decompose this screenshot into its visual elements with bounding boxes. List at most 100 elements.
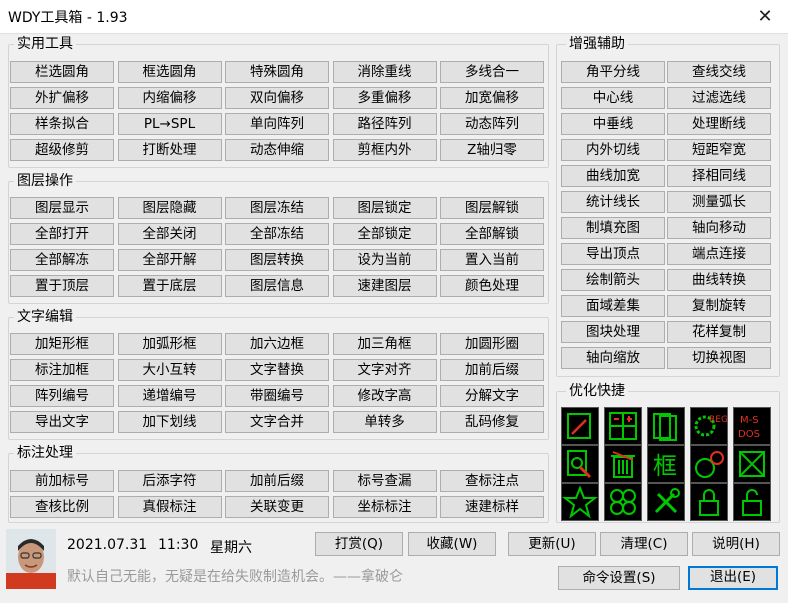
practical-button-4[interactable]: 消除重线 [332,61,437,83]
layers-button-4[interactable]: 图层锁定 [332,197,437,219]
practical-button-2[interactable]: 框选圆角 [117,61,222,83]
text-button-20[interactable]: 乱码修复 [440,411,544,433]
assist-button-1[interactable]: 角平分线 [561,61,665,83]
text-button-17[interactable]: 加下划线 [117,411,222,433]
practical-button-18[interactable]: 动态伸缩 [225,139,329,161]
text-button-16[interactable]: 导出文字 [10,411,114,433]
text-button-1[interactable]: 加矩形框 [10,333,114,355]
star-icon[interactable] [561,483,599,521]
practical-button-3[interactable]: 特殊圆角 [225,61,329,83]
text-button-3[interactable]: 加六边框 [225,333,329,355]
circles-cluster-icon[interactable] [604,483,642,521]
text-button-14[interactable]: 修改字高 [332,385,437,407]
dims-button-6[interactable]: 查核比例 [10,496,114,518]
layers-button-15[interactable]: 置入当前 [440,249,544,271]
layers-button-5[interactable]: 图层解锁 [440,197,544,219]
close-icon[interactable]: ✕ [742,0,788,33]
layers-button-19[interactable]: 速建图层 [332,275,437,297]
layers-button-11[interactable]: 全部解冻 [10,249,114,271]
text-button-2[interactable]: 加弧形框 [117,333,222,355]
trash-icon[interactable] [604,445,642,483]
practical-button-13[interactable]: 单向阵列 [225,113,329,135]
layers-button-16[interactable]: 置于顶层 [10,275,114,297]
practical-button-7[interactable]: 内缩偏移 [117,87,222,109]
assist-button-10[interactable]: 择相同线 [667,165,771,187]
x-box-icon[interactable] [733,445,771,483]
dims-button-7[interactable]: 真假标注 [117,496,222,518]
text-button-6[interactable]: 标注加框 [10,359,114,381]
layers-button-8[interactable]: 全部冻结 [225,223,329,245]
practical-button-14[interactable]: 路径阵列 [332,113,437,135]
practical-button-17[interactable]: 打断处理 [117,139,222,161]
layers-stack-icon[interactable] [647,407,685,445]
practical-button-12[interactable]: PL→SPL [117,113,222,135]
assist-button-4[interactable]: 过滤选线 [667,87,771,109]
reg-icon[interactable]: REG [690,407,728,445]
attach-icon[interactable] [561,445,599,483]
layers-button-2[interactable]: 图层隐藏 [117,197,222,219]
dims-button-8[interactable]: 关联变更 [225,496,329,518]
grid-calc-icon[interactable] [604,407,642,445]
layers-button-6[interactable]: 全部打开 [10,223,114,245]
practical-button-6[interactable]: 外扩偏移 [10,87,114,109]
text-button-4[interactable]: 加三角框 [332,333,437,355]
dims-button-2[interactable]: 后添字符 [117,470,222,492]
assist-button-24[interactable]: 切换视图 [667,347,771,369]
link-circles-icon[interactable] [690,445,728,483]
text-button-12[interactable]: 递增编号 [117,385,222,407]
dims-button-10[interactable]: 速建标样 [440,496,544,518]
assist-button-21[interactable]: 图块处理 [561,321,665,343]
assist-button-20[interactable]: 复制旋转 [667,295,771,317]
help-button[interactable]: 说明(H) [692,532,780,556]
text-button-9[interactable]: 文字对齐 [332,359,437,381]
practical-button-19[interactable]: 剪框内外 [332,139,437,161]
text-button-10[interactable]: 加前后缀 [440,359,544,381]
practical-button-1[interactable]: 栏选圆角 [10,61,114,83]
dims-button-1[interactable]: 前加标号 [10,470,114,492]
command-settings-button[interactable]: 命令设置(S) [558,566,680,590]
layers-button-17[interactable]: 置于底层 [117,275,222,297]
assist-button-5[interactable]: 中垂线 [561,113,665,135]
practical-button-15[interactable]: 动态阵列 [440,113,544,135]
layers-button-13[interactable]: 图层转换 [225,249,329,271]
layers-button-10[interactable]: 全部解锁 [440,223,544,245]
assist-button-16[interactable]: 端点连接 [667,243,771,265]
dims-button-4[interactable]: 标号查漏 [332,470,437,492]
assist-button-13[interactable]: 制填充图 [561,217,665,239]
assist-button-17[interactable]: 绘制箭头 [561,269,665,291]
text-button-19[interactable]: 单转多 [332,411,437,433]
layers-button-7[interactable]: 全部关闭 [117,223,222,245]
assist-button-14[interactable]: 轴向移动 [667,217,771,239]
practical-button-20[interactable]: Z轴归零 [440,139,544,161]
assist-button-3[interactable]: 中心线 [561,87,665,109]
layers-button-9[interactable]: 全部锁定 [332,223,437,245]
practical-button-11[interactable]: 样条拟合 [10,113,114,135]
dims-button-5[interactable]: 查标注点 [440,470,544,492]
text-button-18[interactable]: 文字合并 [225,411,329,433]
donate-button[interactable]: 打赏(Q) [315,532,403,556]
text-button-11[interactable]: 阵列编号 [10,385,114,407]
assist-button-7[interactable]: 内外切线 [561,139,665,161]
assist-button-9[interactable]: 曲线加宽 [561,165,665,187]
unlock-icon[interactable] [733,483,771,521]
dims-button-3[interactable]: 加前后缀 [225,470,329,492]
frame-char-icon[interactable]: 框 [647,445,685,483]
practical-button-8[interactable]: 双向偏移 [225,87,329,109]
layers-button-12[interactable]: 全部开解 [117,249,222,271]
layers-button-18[interactable]: 图层信息 [225,275,329,297]
assist-button-2[interactable]: 查线交线 [667,61,771,83]
layers-button-14[interactable]: 设为当前 [332,249,437,271]
assist-button-22[interactable]: 花样复制 [667,321,771,343]
msdos-icon[interactable]: M-S DOS [733,407,771,445]
layers-button-20[interactable]: 颜色处理 [440,275,544,297]
assist-button-15[interactable]: 导出顶点 [561,243,665,265]
text-button-8[interactable]: 文字替换 [225,359,329,381]
edit-shape-icon[interactable] [561,407,599,445]
exit-button[interactable]: 退出(E) [688,566,778,590]
practical-button-5[interactable]: 多线合一 [440,61,544,83]
practical-button-9[interactable]: 多重偏移 [332,87,437,109]
update-button[interactable]: 更新(U) [508,532,596,556]
dims-button-9[interactable]: 坐标标注 [332,496,437,518]
assist-button-19[interactable]: 面域差集 [561,295,665,317]
assist-button-18[interactable]: 曲线转换 [667,269,771,291]
